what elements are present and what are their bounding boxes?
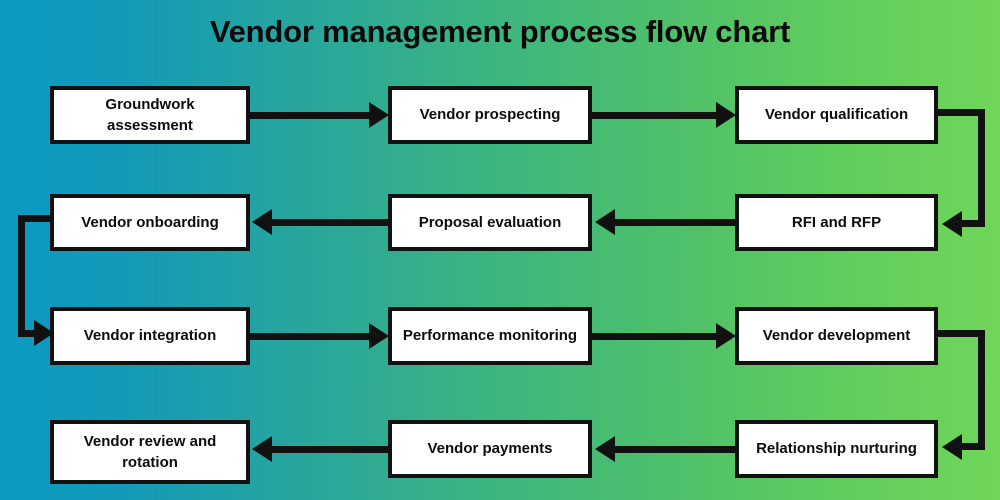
connector-onboarding-down bbox=[18, 215, 25, 333]
arrowhead-left-rfi-rfp bbox=[942, 211, 962, 237]
node-vendor-qualification[interactable]: Vendor qualification bbox=[735, 86, 938, 144]
node-label: Vendor qualification bbox=[764, 106, 909, 124]
arrowhead-right-vendor-development bbox=[716, 323, 736, 349]
connector-performance-to-development bbox=[592, 333, 719, 340]
node-vendor-payments[interactable]: Vendor payments bbox=[388, 420, 592, 478]
connector-relationship-to-payments bbox=[615, 446, 737, 453]
node-proposal-evaluation[interactable]: Proposal evaluation bbox=[388, 194, 592, 251]
flowchart-canvas: Vendor management process flow chart Gro… bbox=[0, 0, 1000, 500]
connector-integration-to-performance bbox=[250, 333, 372, 340]
node-vendor-review-and-rotation[interactable]: Vendor review and rotation bbox=[50, 420, 250, 484]
node-label: Vendor onboarding bbox=[81, 213, 219, 231]
node-vendor-prospecting[interactable]: Vendor prospecting bbox=[388, 86, 592, 144]
node-label: Groundwork assessment bbox=[105, 95, 195, 134]
node-relationship-nurturing[interactable]: Relationship nurturing bbox=[735, 420, 938, 478]
connector-payments-to-review bbox=[272, 446, 390, 453]
node-label: Proposal evaluation bbox=[418, 213, 562, 231]
node-label: Vendor review and rotation bbox=[83, 432, 217, 471]
arrowhead-right-performance-monitoring bbox=[369, 323, 389, 349]
connector-prospecting-to-qualification bbox=[592, 112, 719, 119]
arrowhead-right-qualification bbox=[716, 102, 736, 128]
connector-groundwork-to-prospecting bbox=[250, 112, 372, 119]
arrowhead-left-vendor-payments bbox=[595, 436, 615, 462]
connector-rfi-to-proposal bbox=[615, 219, 737, 226]
connector-development-down bbox=[978, 330, 985, 447]
arrowhead-left-relationship-nurturing bbox=[942, 434, 962, 460]
arrowhead-left-proposal-evaluation bbox=[595, 209, 615, 235]
connector-proposal-to-onboarding bbox=[272, 219, 390, 226]
arrowhead-left-vendor-review-rotation bbox=[252, 436, 272, 462]
node-label: RFI and RFP bbox=[791, 213, 882, 231]
node-label: Vendor prospecting bbox=[419, 106, 561, 124]
node-label: Vendor payments bbox=[427, 440, 553, 458]
node-groundwork-assessment[interactable]: Groundwork assessment bbox=[50, 86, 250, 144]
connector-qualification-down bbox=[978, 109, 985, 224]
node-label: Vendor integration bbox=[83, 327, 217, 345]
arrowhead-left-vendor-onboarding bbox=[252, 209, 272, 235]
node-label: Relationship nurturing bbox=[756, 440, 917, 458]
node-label: Performance monitoring bbox=[402, 327, 578, 345]
node-label: Vendor development bbox=[762, 327, 911, 345]
node-performance-monitoring[interactable]: Performance monitoring bbox=[388, 307, 592, 365]
connector-into-rfi-rfp bbox=[962, 220, 985, 227]
page-title: Vendor management process flow chart bbox=[209, 14, 791, 49]
arrowhead-right-prospecting bbox=[369, 102, 389, 128]
node-vendor-onboarding[interactable]: Vendor onboarding bbox=[50, 194, 250, 251]
connector-into-relationship-nurturing bbox=[962, 443, 985, 450]
node-rfi-and-rfp[interactable]: RFI and RFP bbox=[735, 194, 938, 251]
node-vendor-development[interactable]: Vendor development bbox=[735, 307, 938, 365]
node-vendor-integration[interactable]: Vendor integration bbox=[50, 307, 250, 365]
